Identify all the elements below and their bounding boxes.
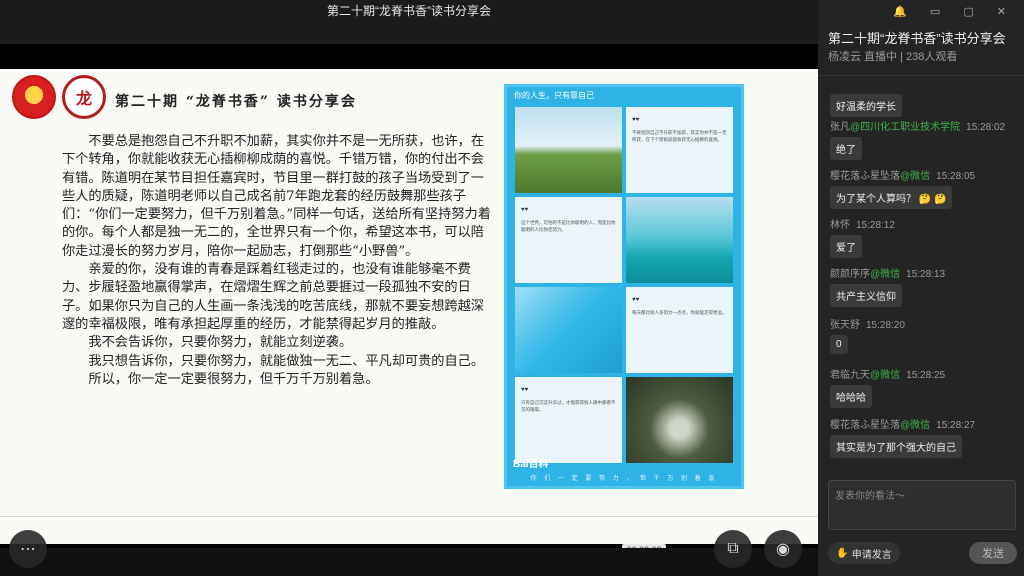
chat-message-list[interactable]: 好温柔的学长 张凡@四川化工职业技术学院 15:28:02 绝了 樱花落ふ星坠落@… [818, 80, 1024, 465]
video-stage[interactable]: 龙 第二十期 “龙脊书香” 读书分享会 不要总是抱怨自己不升职不加薪，其实你并不… [0, 44, 818, 556]
message-meta: 张天舒 15:28:20 [830, 320, 905, 331]
ellipsis-icon: ⋯ [20, 541, 36, 558]
slide-divider [0, 516, 818, 517]
slide-poster: 你的人生，只有靠自己 ♥♥ 不要抱怨自己不升职不加薪，其实你并不是一无所获，在下… [504, 84, 744, 489]
message-meta: 樱花落ふ星坠落@微信 15:28:27 [830, 420, 976, 431]
student-union-logo: 龙 [62, 75, 106, 119]
send-button[interactable]: 发送 [969, 542, 1017, 564]
view-mode-button[interactable]: ◉ [764, 530, 802, 568]
stream-host-info: 杨凌云 直播中 | 238人观看 [828, 51, 958, 63]
chat-message: 君临九天@微信 15:28:25 哈哈哈 [830, 366, 945, 408]
live-stream-app: 第二十期“龙脊书香”读书分享会 龙 第二十期 “龙脊书香” 读书分享会 不要总是… [0, 0, 1024, 576]
message-bubble: 共产主义信仰 [830, 284, 902, 307]
message-meta: 颜颜序序@微信 15:28:13 [830, 269, 946, 280]
message-meta: 樱花落ふ星坠落@微信 15:28:05 [830, 171, 976, 182]
slide-body: 不要总是抱怨自己不升职不加薪，其实你并不是一无所获，也许，在下个转角，你就能收获… [62, 133, 494, 389]
poster-photo-grassland [515, 107, 622, 193]
message-bubble: 绝了 [830, 137, 862, 160]
stream-title: 第二十期“龙脊书香”读书分享会 [828, 31, 1006, 46]
chat-panel: 🔔 ▭ ▢ ✕ 第二十期“龙脊书香”读书分享会 杨凌云 直播中 | 238人观看… [818, 0, 1024, 576]
hearts-icon: ♥♥ [632, 297, 640, 303]
screen-switch-icon: ⧉ [727, 540, 739, 557]
video-bottom-bar [0, 548, 818, 576]
presentation-slide: 龙 第二十期 “龙脊书香” 读书分享会 不要总是抱怨自己不升职不加薪，其实你并不… [0, 69, 818, 544]
chat-divider [818, 75, 1024, 76]
window-controls[interactable]: 🔔 ▭ ▢ ✕ [893, 5, 1016, 18]
hearts-icon: ♥♥ [521, 207, 529, 213]
message-meta: 张凡@四川化工职业技术学院 15:28:02 [830, 122, 1006, 133]
chat-message: 张凡@四川化工职业技术学院 15:28:02 绝了 [830, 118, 1005, 160]
chat-message: 樱花落ふ星坠落@微信 15:28:27 其实是为了那个强大的自己 [830, 416, 975, 458]
hand-icon: ✋ [836, 547, 849, 559]
poster-quote-card: ♥♥ 只有自己沉淀升华过，才能获得别人眼中那看不见的璀璨。 [515, 377, 622, 463]
chat-message: 林怀 15:28:12 爱了 [830, 216, 895, 258]
chat-message: 好温柔的学长 [830, 90, 902, 117]
video-area[interactable]: 第二十期“龙脊书香”读书分享会 龙 第二十期 “龙脊书香” 读书分享会 不要总是… [0, 0, 818, 576]
comment-input[interactable]: 发表你的看法～ [828, 480, 1016, 530]
chat-message: 樱花落ふ星坠落@微信 15:28:05 为了某个人算吗？ 🤔 🤔 [830, 167, 975, 209]
message-bubble: 好温柔的学长 [830, 94, 902, 117]
message-bubble: 其实是为了那个强大的自己 [830, 435, 962, 458]
hearts-icon: ♥♥ [521, 387, 529, 393]
eye-icon: ◉ [776, 541, 790, 558]
slide-paragraph: 我不会告诉你，只要你努力，就能立刻逆袭。 [88, 335, 353, 351]
video-title: 第二十期“龙脊书香”读书分享会 [0, 0, 818, 44]
slide-heading: 第二十期 “龙脊书香” 读书分享会 [115, 94, 357, 110]
slide-paragraph: 不要总是抱怨自己不升职不加薪，其实你并不是一无所获，也许，在下个转角，你就能收获… [62, 134, 491, 259]
chat-message: 张天舒 15:28:20 0 [830, 316, 905, 354]
baidu-baike-logo: Bai百科 [513, 459, 549, 470]
apply-speak-button[interactable]: ✋ 申请发言 [828, 542, 900, 564]
poster-footer: 你 们 一 定 要 努 力 ， 但 千 万 别 着 急 [530, 476, 718, 482]
message-meta: 林怀 15:28:12 [830, 220, 895, 231]
poster-quote-card: ♥♥ 每天都比别人多努力一点点，你就能走得更远。 [626, 287, 733, 373]
message-bubble: 爱了 [830, 235, 862, 258]
screen-switch-button[interactable]: ⧉ [714, 530, 752, 568]
slide-paragraph: 我只想告诉你，只要你努力，就能做独一无二、平凡却可贵的自己。 [88, 353, 485, 369]
poster-quote-card: ♥♥ 这个世界，可怕的不是比你聪明的人，而是比你聪明的人比你还努力。 [515, 197, 622, 283]
poster-photo-girl [626, 377, 733, 463]
poster-quote-card: ♥♥ 不要抱怨自己不升职不加薪，其实你并不是一无所获，在下个转角就能收获无心插柳… [626, 107, 733, 193]
hearts-icon: ♥♥ [632, 117, 640, 123]
message-meta: 君临九天@微信 15:28:25 [830, 370, 946, 381]
poster-photo-boat [515, 287, 622, 373]
slide-paragraph: 亲爱的你，没有谁的青春是踩着红毯走过的，也没有谁能够毫不费力、步履轻盈地赢得掌声… [62, 262, 484, 332]
more-options-button[interactable]: ⋯ [9, 530, 47, 568]
message-bubble: 为了某个人算吗？ 🤔 🤔 [830, 186, 953, 209]
message-bubble: 0 [830, 335, 848, 354]
message-bubble: 哈哈哈 [830, 385, 872, 408]
youth-league-logo [12, 75, 56, 119]
poster-photo-sea [626, 197, 733, 283]
chat-message: 颜颜序序@微信 15:28:13 共产主义信仰 [830, 265, 945, 307]
slide-paragraph: 所以，你一定一定要很努力，但千万千万别着急。 [88, 371, 379, 387]
poster-title: 你的人生，只有靠自己 [514, 91, 594, 100]
